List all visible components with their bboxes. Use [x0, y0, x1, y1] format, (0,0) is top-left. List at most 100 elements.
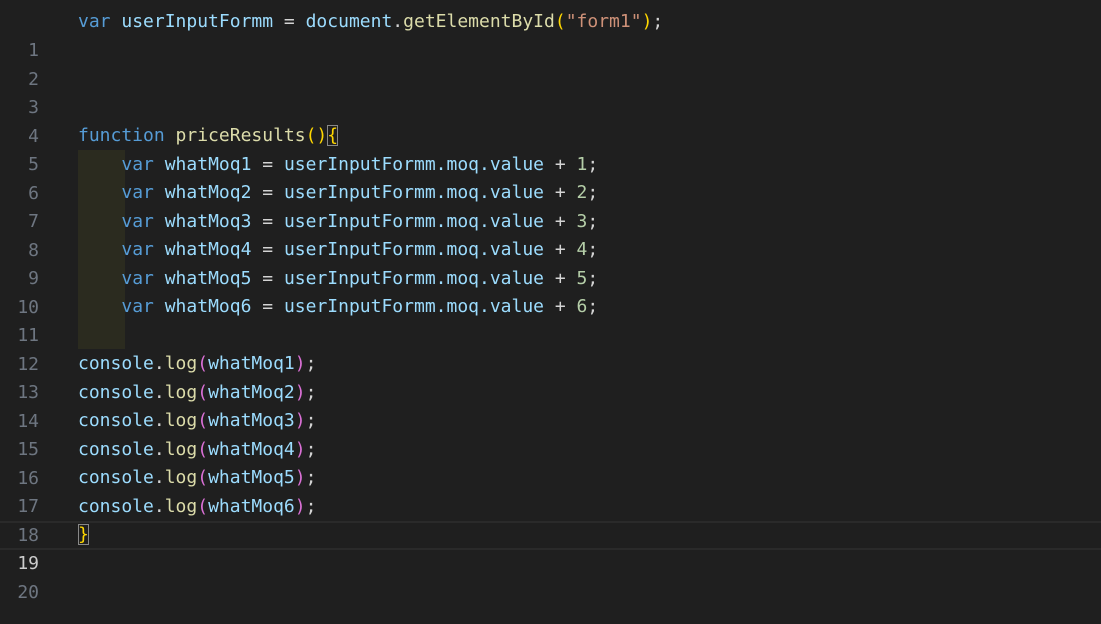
- code-line-8[interactable]: 8 var whatMoq3 = userInputFormm.moq.valu…: [0, 208, 1101, 261]
- code-line-1[interactable]: 1 var userInputFormm = document.getEleme…: [0, 8, 1101, 61]
- semicolon: ;: [305, 410, 317, 431]
- semicolon: ;: [305, 467, 317, 488]
- expression: userInputFormm.moq.value: [283, 239, 545, 260]
- method-name: log: [164, 353, 198, 374]
- identifier: console: [78, 439, 154, 460]
- code-line-12[interactable]: 12: [0, 322, 1101, 375]
- identifier: whatMoq2: [164, 182, 252, 203]
- line-code[interactable]: var whatMoq5 = userInputFormm.moq.value …: [78, 265, 598, 294]
- bracket: ): [294, 496, 306, 517]
- number-literal: 2: [576, 182, 588, 203]
- argument: whatMoq2: [208, 382, 295, 403]
- string-literal: "form1": [565, 11, 642, 32]
- line-code[interactable]: }: [78, 521, 89, 550]
- bracket: ): [641, 11, 653, 32]
- line-code[interactable]: function priceResults(){: [78, 122, 339, 151]
- bracket: ): [294, 410, 306, 431]
- operator: +: [544, 268, 577, 289]
- dot: .: [153, 410, 165, 431]
- method-name: log: [164, 410, 198, 431]
- number-literal: 5: [576, 268, 588, 289]
- code-line-14[interactable]: 14 console.log(whatMoq2);: [0, 379, 1101, 432]
- function-name: priceResults: [175, 125, 306, 146]
- bracket: (: [197, 353, 209, 374]
- keyword: var: [121, 182, 154, 203]
- line-code[interactable]: var whatMoq1 = userInputFormm.moq.value …: [78, 151, 598, 180]
- code-line-5[interactable]: 5 function priceResults(){: [0, 122, 1101, 175]
- keyword: function: [78, 125, 165, 146]
- bracket: ): [294, 439, 306, 460]
- line-code[interactable]: var whatMoq2 = userInputFormm.moq.value …: [78, 179, 598, 208]
- expression: userInputFormm.moq.value: [283, 154, 545, 175]
- method-name: log: [164, 467, 198, 488]
- code-line-2[interactable]: 2: [0, 37, 1101, 90]
- code-line-6[interactable]: 6 var whatMoq1 = userInputFormm.moq.valu…: [0, 151, 1101, 204]
- semicolon: ;: [305, 353, 317, 374]
- expression: userInputFormm.moq.value: [283, 268, 545, 289]
- code-line-15[interactable]: 15 console.log(whatMoq3);: [0, 407, 1101, 460]
- line-number: 20: [17, 581, 39, 603]
- line-code[interactable]: var whatMoq4 = userInputFormm.moq.value …: [78, 236, 598, 265]
- line-code[interactable]: console.log(whatMoq4);: [78, 436, 316, 465]
- line-code[interactable]: var userInputFormm = document.getElement…: [78, 8, 663, 37]
- bracket: ): [294, 353, 306, 374]
- code-line-18[interactable]: 18 console.log(whatMoq6);: [0, 493, 1101, 546]
- dot: .: [153, 496, 165, 517]
- identifier: userInputFormm: [121, 11, 274, 32]
- semicolon: ;: [587, 182, 599, 203]
- code-line-20[interactable]: 20: [0, 550, 1101, 603]
- keyword: var: [78, 11, 111, 32]
- operator: +: [544, 296, 577, 317]
- method-name: log: [164, 382, 198, 403]
- matched-brace: {: [327, 125, 339, 146]
- line-code[interactable]: console.log(whatMoq2);: [78, 379, 316, 408]
- operator: +: [544, 211, 577, 232]
- semicolon: ;: [305, 439, 317, 460]
- number-literal: 6: [576, 296, 588, 317]
- argument: whatMoq6: [208, 496, 295, 517]
- semicolon: ;: [652, 11, 664, 32]
- operator: =: [251, 296, 284, 317]
- line-code[interactable]: console.log(whatMoq3);: [78, 407, 316, 436]
- code-line-17[interactable]: 17 console.log(whatMoq5);: [0, 464, 1101, 517]
- line-code[interactable]: var whatMoq6 = userInputFormm.moq.value …: [78, 293, 598, 322]
- identifier: console: [78, 353, 154, 374]
- dot: .: [153, 382, 165, 403]
- code-line-10[interactable]: 10 var whatMoq5 = userInputFormm.moq.val…: [0, 265, 1101, 318]
- identifier: console: [78, 382, 154, 403]
- identifier: whatMoq4: [164, 239, 252, 260]
- method-name: log: [164, 496, 198, 517]
- line-code[interactable]: console.log(whatMoq1);: [78, 350, 316, 379]
- expression: userInputFormm.moq.value: [283, 211, 545, 232]
- identifier: document: [305, 11, 393, 32]
- code-line-4[interactable]: 4: [0, 94, 1101, 147]
- code-line-7[interactable]: 7 var whatMoq2 = userInputFormm.moq.valu…: [0, 179, 1101, 232]
- bracket: (: [197, 496, 209, 517]
- code-editor[interactable]: 1 var userInputFormm = document.getEleme…: [0, 0, 1101, 624]
- keyword: var: [121, 239, 154, 260]
- matched-brace: }: [78, 524, 89, 545]
- dot: .: [153, 467, 165, 488]
- code-line-11[interactable]: 11 var whatMoq6 = userInputFormm.moq.val…: [0, 293, 1101, 346]
- code-line-9[interactable]: 9 var whatMoq4 = userInputFormm.moq.valu…: [0, 236, 1101, 289]
- code-line-16[interactable]: 16 console.log(whatMoq4);: [0, 436, 1101, 489]
- code-line-13[interactable]: 13 console.log(whatMoq1);: [0, 350, 1101, 403]
- semicolon: ;: [587, 211, 599, 232]
- operator: +: [544, 239, 577, 260]
- bracket: ): [294, 467, 306, 488]
- line-code[interactable]: console.log(whatMoq5);: [78, 464, 316, 493]
- code-line-3[interactable]: 3: [0, 65, 1101, 118]
- bracket: (: [197, 467, 209, 488]
- semicolon: ;: [587, 296, 599, 317]
- keyword: var: [121, 268, 154, 289]
- expression: userInputFormm.moq.value: [283, 182, 545, 203]
- operator: +: [544, 182, 577, 203]
- bracket: ): [294, 382, 306, 403]
- operator: =: [251, 154, 284, 175]
- semicolon: ;: [305, 382, 317, 403]
- semicolon: ;: [587, 154, 599, 175]
- code-line-19-active[interactable]: 19 }: [0, 521, 1101, 574]
- line-code[interactable]: var whatMoq3 = userInputFormm.moq.value …: [78, 208, 598, 237]
- argument: whatMoq4: [208, 439, 295, 460]
- line-code[interactable]: console.log(whatMoq6);: [78, 493, 316, 522]
